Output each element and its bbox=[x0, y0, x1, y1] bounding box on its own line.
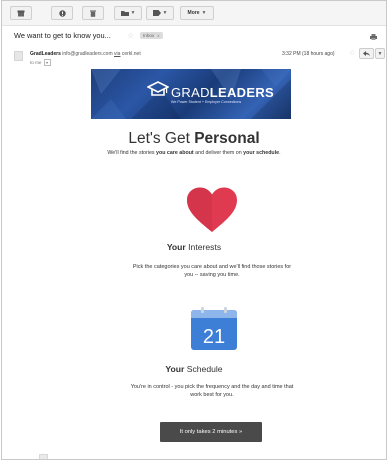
schedule-description: You're in control - you pick the frequen… bbox=[106, 383, 318, 399]
brand-banner: GRADLEADERS We Power Student + Employer … bbox=[91, 69, 291, 119]
chevron-down-icon: ▼ bbox=[162, 10, 168, 16]
star-icon[interactable]: ☆ bbox=[127, 31, 134, 40]
sub-text-1: We'll find the stories bbox=[107, 150, 157, 156]
star-icon[interactable]: ☆ bbox=[349, 49, 355, 57]
banner-tagline: We Power Student + Employer Connections bbox=[171, 100, 242, 104]
folder-icon bbox=[120, 11, 129, 16]
trash-icon bbox=[90, 10, 96, 17]
sub-text-5: . bbox=[279, 150, 281, 156]
calendar-icon: 21 bbox=[191, 307, 237, 350]
print-icon[interactable] bbox=[370, 34, 377, 40]
interests-description: Pick the categories you care about and w… bbox=[110, 263, 314, 279]
heart-icon bbox=[187, 187, 237, 232]
schedule-title-rest: Schedule bbox=[184, 364, 223, 374]
inbox-label[interactable]: Inbox x bbox=[140, 32, 163, 39]
more-button[interactable]: More ▼ bbox=[180, 6, 214, 20]
interests-title: Your Interests bbox=[2, 242, 386, 252]
details-toggle-icon[interactable]: ▾ bbox=[43, 59, 51, 66]
remove-label-icon[interactable]: x bbox=[157, 33, 159, 38]
more-label: More bbox=[187, 10, 200, 16]
reply-icon bbox=[363, 51, 370, 56]
email-window: ▼ ▼ More ▼ We want to get to know you...… bbox=[1, 0, 387, 460]
move-to-button[interactable]: ▼ bbox=[114, 6, 142, 20]
reply-button[interactable] bbox=[359, 48, 374, 59]
calendar-day: 21 bbox=[203, 326, 225, 348]
schedule-title: Your Schedule bbox=[2, 364, 386, 374]
sub-text-3: and deliver them on bbox=[193, 150, 244, 156]
sender-name[interactable]: GradLeaders bbox=[30, 51, 61, 57]
chevron-down-icon: ▼ bbox=[377, 50, 383, 57]
labels-button[interactable]: ▼ bbox=[146, 6, 174, 20]
delete-button[interactable] bbox=[82, 6, 104, 20]
schedule-title-bold: Your bbox=[165, 364, 185, 374]
graduation-cap-logo bbox=[147, 81, 169, 99]
sub-text-4: your schedule bbox=[243, 150, 280, 156]
schedule-line-2: work best for you. bbox=[190, 392, 234, 398]
email-headline: Let's Get Personal bbox=[2, 130, 386, 148]
via-domain: cerkl.net bbox=[121, 51, 141, 57]
sub-text-2: you care about bbox=[156, 150, 194, 156]
archive-button[interactable] bbox=[10, 6, 32, 20]
toolbar: ▼ ▼ More ▼ bbox=[2, 1, 386, 26]
message-time: 3:32 PM (18 hours ago) bbox=[282, 51, 335, 57]
sender-email: info@gradleaders.com bbox=[62, 51, 113, 57]
graduation-cap-icon bbox=[147, 81, 169, 96]
recipient-line: to me ▾ bbox=[30, 59, 51, 66]
email-subject: We want to get to know you... bbox=[14, 31, 111, 40]
email-subheadline: We'll find the stories you care about an… bbox=[2, 150, 386, 156]
interests-title-rest: Interests bbox=[185, 242, 222, 252]
label-icon bbox=[152, 10, 161, 16]
headline-prefix: Let's Get bbox=[128, 130, 195, 147]
interests-line-1: Pick the categories you care about and w… bbox=[132, 264, 292, 270]
chevron-down-icon: ▼ bbox=[201, 10, 207, 16]
schedule-line-1: You're in control - you pick the frequen… bbox=[130, 384, 294, 390]
interests-title-bold: Your bbox=[166, 242, 186, 252]
headline-bold: Personal bbox=[194, 130, 260, 147]
brand-leaders: LEADERS bbox=[209, 85, 274, 100]
report-spam-icon bbox=[58, 9, 66, 17]
inbox-label-text: Inbox bbox=[143, 33, 155, 38]
sender-line: GradLeaders info@gradleaders.com via cer… bbox=[30, 51, 141, 57]
chevron-down-icon: ▼ bbox=[130, 10, 136, 16]
interests-line-2: you -- saving you time. bbox=[184, 272, 240, 278]
recipient-text: to me bbox=[30, 60, 42, 65]
via-link[interactable]: via bbox=[114, 51, 120, 57]
sender-avatar bbox=[14, 51, 23, 61]
brand-grad: GRAD bbox=[171, 85, 210, 100]
footer-image-placeholder bbox=[39, 454, 48, 459]
report-spam-button[interactable] bbox=[51, 6, 73, 20]
banner-brand: GRADLEADERS bbox=[171, 85, 274, 100]
message-more-button[interactable]: ▼ bbox=[375, 48, 385, 59]
archive-icon bbox=[17, 10, 25, 16]
cta-button[interactable]: It only takes 2 minutes » bbox=[160, 422, 262, 442]
